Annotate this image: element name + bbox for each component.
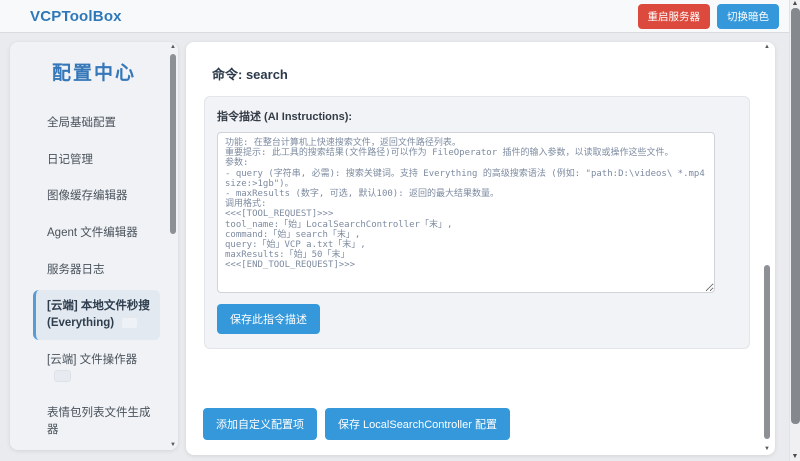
config-main-panel: 命令: search 指令描述 (AI Instructions): 功能: 在… <box>186 42 775 455</box>
sidebar-item[interactable]: 服务器日志 <box>33 254 160 287</box>
plugin-toggle[interactable] <box>54 370 71 383</box>
instruction-panel: 指令描述 (AI Instructions): 功能: 在整台计算机上快速搜索文… <box>204 96 750 349</box>
sidebar-item[interactable]: 表情包列表文件生成器 <box>33 397 160 446</box>
sidebar-item[interactable]: [云端] 本地文件秒搜 (Everything) <box>33 290 160 340</box>
app-title: VCPToolBox <box>30 7 122 25</box>
scroll-up-icon[interactable]: ▲ <box>169 44 177 50</box>
sidebar-item[interactable]: 图像缓存编辑器 <box>33 180 160 213</box>
sidebar-scrollbar[interactable]: ▲ ▼ <box>169 44 177 448</box>
save-plugin-config-button[interactable]: 保存 LocalSearchController 配置 <box>325 408 510 440</box>
sidebar: 配置中心 全局基础配置 日记管理图像缓存编辑器 Agent 文件编辑器 服务器日志 [云… <box>10 42 178 450</box>
scroll-down-icon[interactable]: ▼ <box>763 446 771 452</box>
sidebar-item-sublabel: (Everything) <box>47 317 115 330</box>
sidebar-scrollbar-thumb[interactable] <box>170 54 176 234</box>
instruction-label: 指令描述 (AI Instructions): <box>217 111 353 123</box>
sidebar-item-label: [云端] 文件操作器 <box>47 353 138 366</box>
sidebar-item-label: 服务器日志 <box>47 263 105 276</box>
command-title: 命令: search <box>212 67 288 82</box>
header-actions: 重启服务器 切换暗色 <box>637 3 779 29</box>
restart-server-button[interactable]: 重启服务器 <box>637 3 710 29</box>
scroll-down-icon[interactable]: ▼ <box>790 453 800 460</box>
instruction-textarea[interactable]: 功能: 在整台计算机上快速搜索文件，返回文件路径列表。 重要提示: 此工具的搜索… <box>217 132 715 293</box>
sidebar-item-label: 日记管理 <box>47 153 93 166</box>
plugin-toggle[interactable] <box>121 317 139 329</box>
scroll-up-icon[interactable]: ▲ <box>763 44 771 50</box>
bottom-buttons: 添加自定义配置项 保存 LocalSearchController 配置 <box>203 408 510 440</box>
scroll-up-icon[interactable]: ▲ <box>790 0 800 7</box>
theme-toggle-button[interactable]: 切换暗色 <box>717 3 779 29</box>
scroll-down-icon[interactable]: ▼ <box>169 442 177 448</box>
window-scrollbar[interactable]: ▲ ▼ <box>789 0 800 461</box>
save-instruction-button[interactable]: 保存此指令描述 <box>217 304 320 334</box>
sidebar-item-label: Agent 文件编辑器 <box>47 227 138 240</box>
sidebar-nav: 全局基础配置 日记管理图像缓存编辑器 Agent 文件编辑器 服务器日志 [云端] 本地… <box>10 107 178 450</box>
sidebar-item-label: 全局基础配置 <box>47 117 116 129</box>
app-header: VCPToolBox 重启服务器 切换暗色 <box>0 0 789 33</box>
sidebar-item[interactable]: [云端] 文件操作器 <box>33 344 160 393</box>
add-custom-config-button[interactable]: 添加自定义配置项 <box>203 408 317 440</box>
sidebar-item-label: 图像缓存编辑器 <box>47 190 128 203</box>
sidebar-item[interactable]: Agent 文件编辑器 <box>33 217 160 250</box>
main-content-scrollbar-thumb[interactable] <box>764 265 770 439</box>
sidebar-item[interactable]: 全局基础配置 <box>33 107 160 140</box>
sidebar-item[interactable]: 日记管理 <box>33 144 160 177</box>
sidebar-item-sublabel-wrap: (Everything) <box>47 317 114 329</box>
main-content-scrollbar[interactable]: ▲ ▼ <box>763 44 771 452</box>
sidebar-item-label: [云端] 本地文件秒搜 <box>47 300 150 313</box>
window-scrollbar-thumb[interactable] <box>791 8 800 424</box>
sidebar-title: 配置中心 <box>51 63 136 84</box>
sidebar-item-label: 表情包列表文件生成器 <box>47 407 151 436</box>
